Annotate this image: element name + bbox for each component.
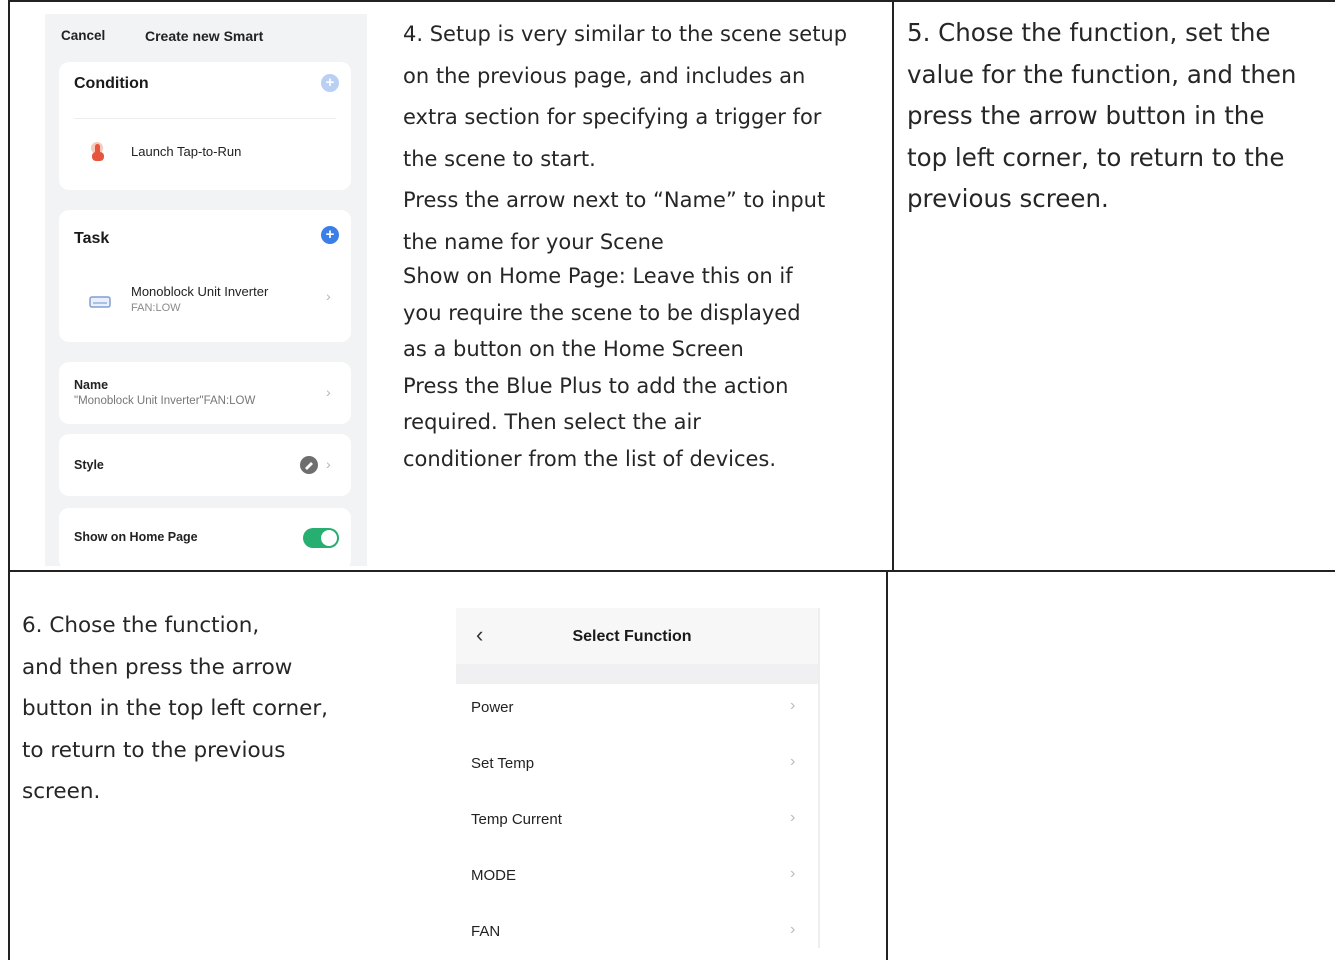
show-home-card: Show on Home Page [59, 508, 351, 566]
chevron-right-icon: › [790, 753, 796, 770]
style-swatch-icon[interactable] [299, 455, 319, 475]
condition-item-label[interactable]: Launch Tap-to-Run [131, 144, 241, 159]
select-function-title: Select Function [572, 628, 692, 645]
chevron-right-icon: › [790, 921, 796, 938]
show-home-toggle[interactable] [303, 528, 339, 548]
chevron-right-icon: › [790, 809, 796, 826]
condition-title: Condition [74, 75, 149, 92]
function-label: Temp Current [471, 811, 562, 828]
function-label: MODE [471, 867, 516, 884]
chevron-right-icon: › [790, 865, 796, 882]
section4-paragraph-b: Show on Home Page: Leave this on if you … [403, 264, 801, 471]
cancel-button[interactable]: Cancel [61, 28, 105, 43]
task-chevron-icon[interactable]: › [326, 288, 331, 304]
chevron-right-icon: › [790, 697, 796, 714]
toggle-knob [321, 530, 337, 546]
function-row-power[interactable]: Power › [456, 680, 818, 736]
table-divider-col-lower [886, 571, 888, 960]
function-row-temp-current[interactable]: Temp Current › [456, 792, 818, 848]
function-row-fan[interactable]: FAN › [456, 904, 818, 948]
task-card: Task + Monoblock Unit Inverter FAN:LOW › [59, 210, 351, 342]
task-title: Task [74, 230, 110, 247]
function-label: FAN [471, 923, 501, 940]
task-device-value: FAN:LOW [131, 302, 181, 314]
add-task-button[interactable]: + [321, 226, 339, 244]
table-border-top [8, 0, 1335, 2]
function-label: Set Temp [471, 755, 535, 772]
function-row-mode[interactable]: MODE › [456, 848, 818, 904]
table-border-left [8, 0, 10, 960]
style-card[interactable]: Style › [59, 434, 351, 496]
style-label: Style [74, 458, 104, 472]
add-condition-button[interactable]: + [321, 74, 339, 92]
condition-divider [74, 118, 336, 119]
section5-text: 5. Chose the function, set the value for… [907, 18, 1297, 213]
name-label: Name [74, 378, 109, 392]
task-device-label[interactable]: Monoblock Unit Inverter [131, 284, 268, 299]
function-row-set-temp[interactable]: Set Temp › [456, 736, 818, 792]
show-home-label: Show on Home Page [74, 530, 198, 544]
function-label: Power [471, 699, 514, 716]
name-chevron-icon[interactable]: › [326, 384, 331, 400]
name-value: "Monoblock Unit Inverter"FAN:LOW [74, 395, 256, 407]
name-card[interactable]: Name "Monoblock Unit Inverter"FAN:LOW › [59, 362, 351, 424]
section4-paragraph-a: 4. Setup is very similar to the scene se… [403, 22, 848, 254]
create-smart-screenshot: Cancel Create new Smart Condition + Laun… [45, 14, 367, 566]
tap-hand-icon [91, 142, 104, 161]
table-divider-middle [8, 570, 1335, 572]
air-conditioner-icon [89, 296, 111, 308]
table-divider-col-upper [892, 0, 894, 571]
condition-card: Condition + Launch Tap-to-Run [59, 62, 351, 190]
select-function-screenshot: ‹ Select Function Power › Set Temp › Tem… [456, 608, 820, 948]
style-chevron-icon[interactable]: › [326, 456, 331, 472]
section6-text: 6. Chose the function, and then press th… [22, 613, 328, 804]
screen-title: Create new Smart [145, 28, 264, 44]
